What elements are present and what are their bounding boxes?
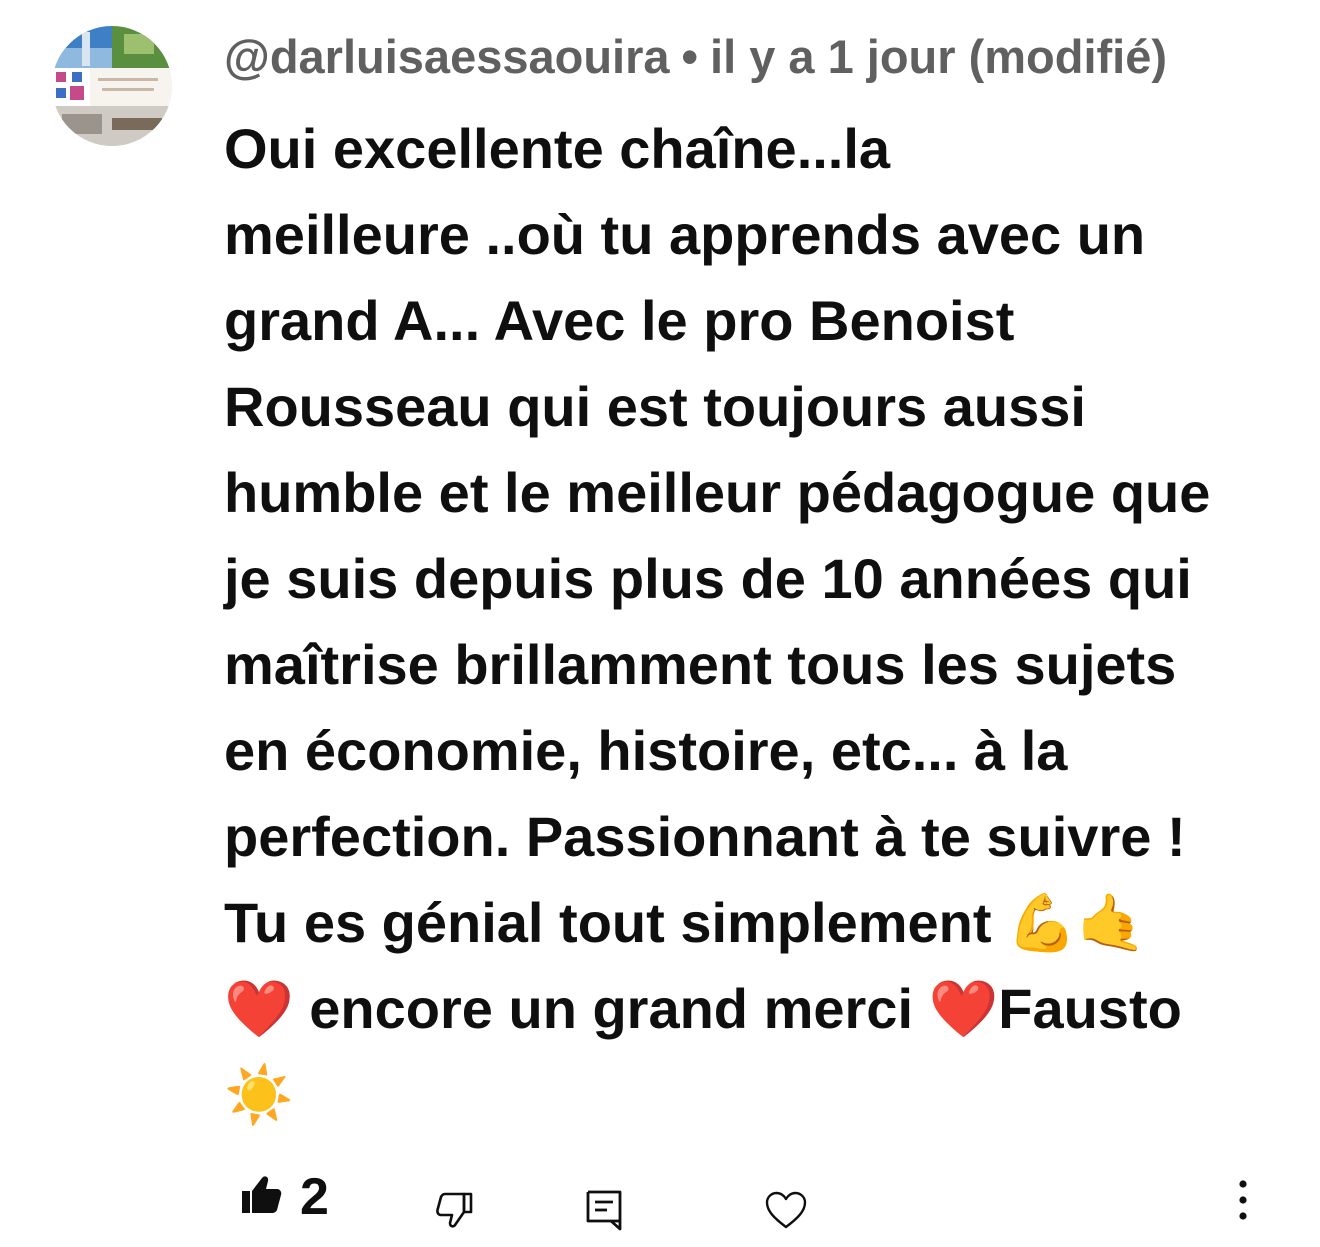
avatar-image — [52, 26, 172, 146]
like-button[interactable]: 2 — [240, 1160, 329, 1234]
comment-text: Oui excellente chaîne...la meilleure ..o… — [224, 117, 1211, 1126]
author-handle[interactable]: @darluisaessaouira — [224, 29, 670, 84]
comment-timestamp[interactable]: il y a 1 jour (modifié) — [710, 29, 1167, 84]
heart-icon — [764, 1190, 808, 1235]
more-vertical-icon — [1238, 1179, 1248, 1225]
reply-button[interactable] — [580, 1188, 628, 1236]
meta-separator: • — [681, 29, 699, 83]
thumbs-up-icon — [240, 1175, 282, 1220]
reply-comment-icon — [585, 1189, 623, 1236]
comment-action-bar: 2 — [0, 1160, 1320, 1240]
thumbs-down-icon — [434, 1190, 474, 1235]
like-count: 2 — [300, 1168, 329, 1226]
heart-button[interactable] — [760, 1188, 812, 1236]
avatar[interactable] — [52, 26, 172, 146]
comment-header: @darluisaessaouira • il y a 1 jour (modi… — [224, 24, 1167, 88]
more-options-button[interactable] — [1226, 1174, 1260, 1230]
dislike-button[interactable] — [430, 1188, 478, 1236]
comment-item: @darluisaessaouira • il y a 1 jour (modi… — [0, 0, 1320, 1247]
